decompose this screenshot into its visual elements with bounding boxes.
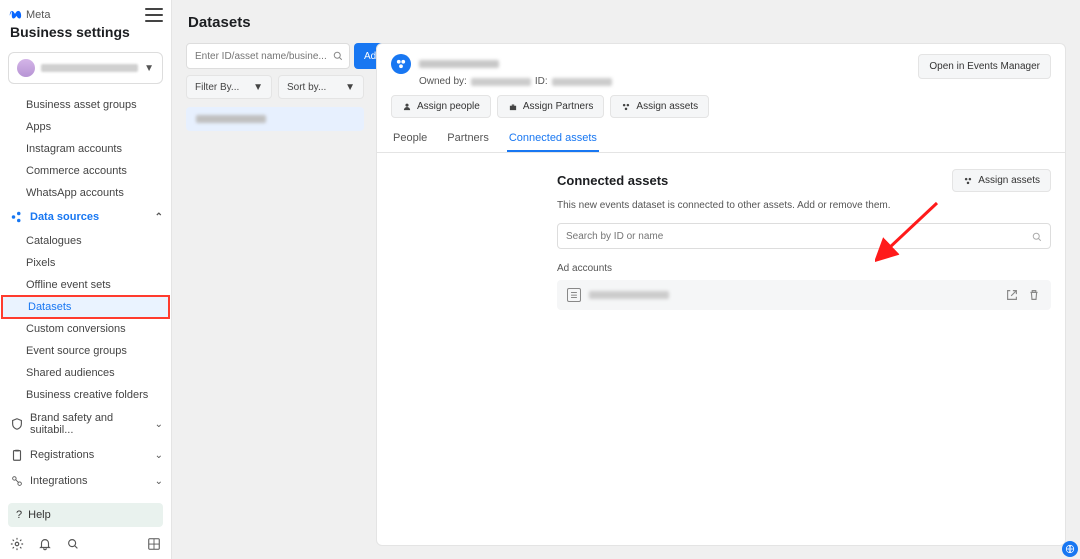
open-events-manager-button[interactable]: Open in Events Manager xyxy=(918,54,1051,79)
nav-list: Business asset groups Apps Instagram acc… xyxy=(0,94,171,499)
bell-icon[interactable] xyxy=(38,537,52,551)
chevron-up-icon: ⌃ xyxy=(155,212,163,223)
detail-tabs: People Partners Connected assets xyxy=(377,126,1065,153)
assign-assets-button[interactable]: Assign assets xyxy=(610,95,709,118)
filter-by-dropdown[interactable]: Filter By... ▼ xyxy=(186,75,272,99)
ad-account-name xyxy=(589,291,997,299)
dataset-name-redacted xyxy=(196,115,266,123)
chevron-down-icon: ▼ xyxy=(345,82,355,93)
chevron-down-icon: ⌄ xyxy=(155,476,163,487)
dataset-icon xyxy=(391,54,411,74)
ad-account-name-redacted xyxy=(589,291,669,299)
meta-icon xyxy=(8,8,22,22)
menu-toggle-icon[interactable] xyxy=(145,8,163,22)
search-icon[interactable] xyxy=(66,537,80,551)
nav-item-event-source-groups[interactable]: Event source groups xyxy=(0,340,171,362)
sidebar: Meta Business settings ▼ Business asset … xyxy=(0,0,172,559)
search-icon xyxy=(332,49,344,61)
connected-search-wrap xyxy=(557,223,1051,249)
ad-account-icon: ☰ xyxy=(567,288,581,302)
search-icon xyxy=(1031,230,1043,242)
nav-item-business-asset-groups[interactable]: Business asset groups xyxy=(0,94,171,116)
clipboard-icon xyxy=(10,448,24,462)
avatar xyxy=(17,59,35,77)
assign-people-button[interactable]: Assign people xyxy=(391,95,491,118)
grid-icon[interactable] xyxy=(147,537,161,551)
sort-by-dropdown[interactable]: Sort by... ▼ xyxy=(278,75,364,99)
nav-section-data-sources[interactable]: Data sources ⌃ xyxy=(0,204,171,230)
nav-item-custom-conversions[interactable]: Custom conversions xyxy=(0,318,171,340)
detail-header: Owned by: ID: Open in Events Manager xyxy=(377,44,1065,95)
nav-section-registrations[interactable]: Registrations ⌄ xyxy=(0,442,171,468)
globe-widget[interactable] xyxy=(1062,541,1078,557)
list-controls: Add xyxy=(186,43,364,69)
account-selector[interactable]: ▼ xyxy=(8,52,163,84)
action-buttons: Assign people Assign Partners Assign ass… xyxy=(377,95,1065,126)
nav-section-brand-safety[interactable]: Brand safety and suitabil... ⌄ xyxy=(0,406,171,442)
connected-assets-section: Connected assets Assign assets This new … xyxy=(377,153,1065,324)
nav-item-apps[interactable]: Apps xyxy=(0,116,171,138)
main-content: Datasets Add Filter By... ▼ Sort by... xyxy=(172,0,1080,559)
nav-item-whatsapp-accounts[interactable]: WhatsApp accounts xyxy=(0,182,171,204)
tab-partners[interactable]: Partners xyxy=(445,126,491,152)
sidebar-header: Meta Business settings xyxy=(0,0,171,52)
connected-assets-description: This new events dataset is connected to … xyxy=(557,200,1051,211)
shield-icon xyxy=(10,417,24,431)
nav-item-commerce-accounts[interactable]: Commerce accounts xyxy=(0,160,171,182)
nav-item-pixels[interactable]: Pixels xyxy=(0,252,171,274)
connected-assets-search-input[interactable] xyxy=(557,223,1051,249)
nav-item-billing[interactable]: Billing and payments xyxy=(0,494,171,499)
search-input-wrap xyxy=(186,43,350,69)
sidebar-title: Business settings xyxy=(8,22,163,48)
data-sources-icon xyxy=(10,210,24,224)
connected-assets-title: Connected assets xyxy=(557,173,952,188)
list-panel: Add Filter By... ▼ Sort by... ▼ xyxy=(186,43,364,546)
owner-redacted xyxy=(471,78,531,86)
nav-item-datasets[interactable]: Datasets xyxy=(2,296,169,318)
tab-connected-assets[interactable]: Connected assets xyxy=(507,126,599,152)
open-external-icon[interactable] xyxy=(1005,288,1019,302)
dataset-title-redacted xyxy=(419,60,499,68)
chevron-down-icon: ⌄ xyxy=(155,450,163,461)
nav-item-instagram-accounts[interactable]: Instagram accounts xyxy=(0,138,171,160)
nav-item-shared-audiences[interactable]: Shared audiences xyxy=(0,362,171,384)
integrations-icon xyxy=(10,474,24,488)
assign-partners-button[interactable]: Assign Partners xyxy=(497,95,605,118)
ad-accounts-label: Ad accounts xyxy=(557,263,1051,274)
ad-account-row[interactable]: ☰ xyxy=(557,280,1051,310)
brand-label: Meta xyxy=(26,9,50,21)
chevron-down-icon: ▼ xyxy=(144,63,154,74)
gear-icon[interactable] xyxy=(10,537,24,551)
tab-people[interactable]: People xyxy=(391,126,429,152)
page-title: Datasets xyxy=(186,0,1066,43)
dataset-list-item[interactable] xyxy=(186,107,364,131)
detail-panel: Owned by: ID: Open in Events Manager Ass… xyxy=(376,43,1066,546)
help-icon: ? xyxy=(16,509,22,521)
help-button[interactable]: ? Help xyxy=(8,503,163,527)
meta-logo: Meta xyxy=(8,8,163,22)
account-name-redacted xyxy=(41,64,138,72)
help-label: Help xyxy=(28,509,51,521)
chevron-down-icon: ⌄ xyxy=(155,419,163,430)
sidebar-footer xyxy=(0,531,171,559)
trash-icon[interactable] xyxy=(1027,288,1041,302)
content-row: Add Filter By... ▼ Sort by... ▼ xyxy=(186,43,1066,546)
nav-section-integrations[interactable]: Integrations ⌄ xyxy=(0,468,171,494)
id-redacted xyxy=(552,78,612,86)
asset-search-input[interactable] xyxy=(186,43,350,69)
nav-item-offline-event-sets[interactable]: Offline event sets xyxy=(0,274,171,296)
nav-item-catalogues[interactable]: Catalogues xyxy=(0,230,171,252)
assign-assets-button-secondary[interactable]: Assign assets xyxy=(952,169,1051,192)
nav-item-business-creative-folders[interactable]: Business creative folders xyxy=(0,384,171,406)
chevron-down-icon: ▼ xyxy=(253,82,263,93)
